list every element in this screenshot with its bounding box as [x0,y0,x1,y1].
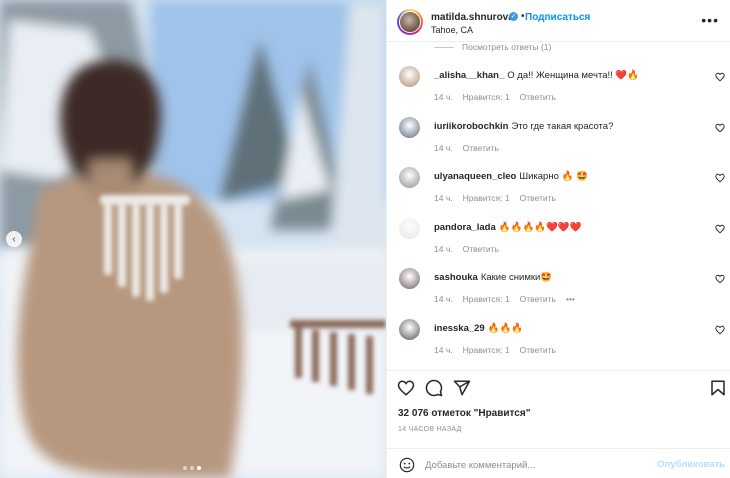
comment-body: sashouka Какие снимки🤩 [434,272,552,283]
comment-meta: 14 ч. Нравится: 1 Ответить [434,193,556,203]
comment-likes[interactable]: Нравится: 1 [463,193,510,203]
reply-button[interactable]: Ответить [463,143,499,153]
reply-button[interactable]: Ответить [520,193,556,203]
comment-avatar[interactable] [399,268,420,290]
emoji-icon[interactable] [399,457,415,473]
comment-item: pandora_lada 🔥🔥🔥🔥❤️❤️❤️ 14 ч. Ответить [387,217,730,268]
comment-text: Шикарно 🔥 🤩 [519,171,588,183]
comment-avatar[interactable] [399,167,420,189]
comment-time[interactable]: 14 ч. [434,92,453,102]
comment-like-icon[interactable] [715,274,725,284]
likes-count[interactable]: 32 076 отметок "Нравится" [398,408,530,419]
comment-username[interactable]: sashouka [434,272,478,283]
comment-likes[interactable]: Нравится: 1 [463,294,510,304]
comment-time[interactable]: 14 ч. [434,345,453,355]
comment-username[interactable]: iuriikorobochkin [434,121,508,132]
author-username[interactable]: matilda.shnurova [431,12,514,23]
carousel-dot [190,466,194,470]
verified-badge-icon: ✓ [509,12,518,21]
comment-time[interactable]: 14 ч. [434,143,453,153]
comment-text: Какие снимки🤩 [480,272,553,284]
comment-body: _alisha__khan_ О да!! Женщина мечта!! ❤️🔥 [434,70,639,81]
avatar[interactable] [397,9,423,35]
comment-item: ulyanaqueen_cleo Шикарно 🔥 🤩 14 ч. Нравится… [387,167,730,217]
comment-text: 🔥🔥🔥🔥❤️❤️❤️ [498,221,582,233]
share-icon[interactable] [453,379,471,397]
carousel-indicator [183,466,201,470]
comment-body: inesska_29 🔥🔥🔥 [434,323,523,334]
comment-like-icon[interactable] [715,325,725,335]
comments-list[interactable]: Посмотреть ответы (1) _alisha__khan_ О да… [387,42,730,370]
location-link[interactable]: Tahoe, CA [431,25,473,35]
comment-more-icon[interactable]: ••• [566,294,575,304]
comment-like-icon[interactable] [715,224,725,234]
comment-time[interactable]: 14 ч. [434,193,453,203]
comment-item: _alisha__khan_ О да!! Женщина мечта!! ❤️🔥… [387,66,730,116]
comment-text: Это где такая красота? [511,120,614,132]
comment-username[interactable]: ulyanaqueen_cleo [434,171,516,182]
reply-button[interactable]: Ответить [520,345,556,355]
comment-like-icon[interactable] [715,123,725,133]
publish-button[interactable]: Опубликовать [657,459,725,470]
comment-likes[interactable]: Нравится: 1 [463,345,510,355]
comment-time[interactable]: 14 ч. [434,294,453,304]
post-header: matilda.shnurova ✓ • Подписаться Tahoe, … [387,0,730,42]
comment-avatar[interactable] [399,319,420,340]
comment-like-icon[interactable] [715,173,725,183]
comment-item: inesska_29 🔥🔥🔥 14 ч. Нравится: 1 Ответить [387,319,730,369]
reply-button[interactable]: Ответить [463,244,499,254]
comment-avatar[interactable] [399,116,420,138]
comment-item: sashouka Какие снимки🤩 14 ч. Нравится: 1 Отв… [387,268,730,318]
post-timestamp[interactable]: 14 ЧАСОВ НАЗАД [398,426,462,433]
comment-text: О да!! Женщина мечта!! ❤️🔥 [507,70,640,81]
follow-button[interactable]: Подписаться [525,12,590,23]
reply-button[interactable]: Ответить [520,92,556,102]
comment-text: 🔥🔥🔥 [487,323,524,334]
post-sidebar: matilda.shnurova ✓ • Подписаться Tahoe, … [386,0,730,478]
chevron-left-icon: ‹ [12,233,16,245]
post-media[interactable]: ‹ [0,0,386,478]
post-actions: 32 076 отметок "Нравится" 14 ЧАСОВ НАЗАД… [387,370,730,478]
post-photo [0,0,386,478]
comment-meta: 14 ч. Нравится: 1 Ответить ••• [434,294,575,304]
carousel-prev-button[interactable]: ‹ [6,231,22,247]
heart-icon[interactable] [397,379,415,397]
comment-username[interactable]: pandora_lada [434,222,496,233]
comment-icon[interactable] [425,379,443,397]
comment-time[interactable]: 14 ч. [434,244,453,254]
add-comment-row: Опубликовать [387,448,730,478]
comment-like-icon[interactable] [715,72,725,82]
bookmark-icon[interactable] [709,379,727,397]
comment-body: iuriikorobochkin Это где такая красота? [434,121,613,132]
carousel-dot [183,466,187,470]
comment-item: iuriikorobochkin Это где такая красота? 14… [387,116,730,167]
comment-username[interactable]: _alisha__khan_ [434,70,504,81]
comment-meta: 14 ч. Ответить [434,244,499,254]
comment-body: ulyanaqueen_cleo Шикарно 🔥 🤩 [434,171,588,182]
view-replies-button[interactable]: Посмотреть ответы (1) [434,42,551,52]
more-options-icon[interactable]: ••• [701,12,719,28]
comment-meta: 14 ч. Нравится: 1 Ответить [434,345,556,355]
comment-body: pandora_lada 🔥🔥🔥🔥❤️❤️❤️ [434,222,582,233]
comment-username[interactable]: inesska_29 [434,323,485,334]
comment-meta: 14 ч. Ответить [434,143,499,153]
reply-button[interactable]: Ответить [520,294,556,304]
comment-input[interactable] [425,456,645,474]
header-separator: • [521,11,525,22]
comment-meta: 14 ч. Нравится: 1 Ответить [434,92,556,102]
comment-avatar[interactable] [399,217,420,239]
comment-avatar[interactable] [399,66,420,87]
carousel-dot [197,466,201,470]
comment-likes[interactable]: Нравится: 1 [463,92,510,102]
